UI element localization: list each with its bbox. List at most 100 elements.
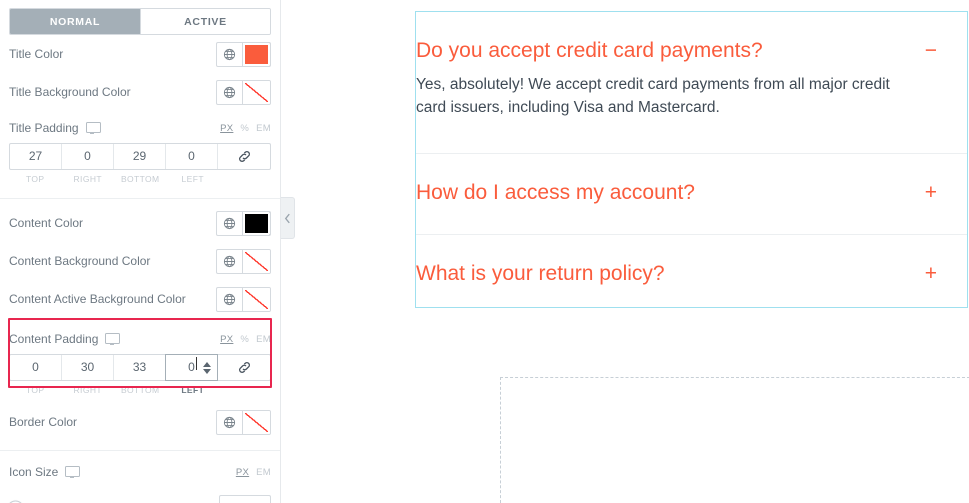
icon-size-label: Icon Size: [9, 465, 236, 479]
control-icon-size-header: Icon Size PX EM: [0, 459, 280, 485]
unit-em[interactable]: EM: [256, 467, 271, 478]
content-padding-left-input[interactable]: 0: [165, 354, 218, 381]
content-color-control: [216, 210, 271, 236]
border-color-label: Border Color: [9, 415, 78, 429]
control-title-color: Title Color: [0, 35, 280, 73]
title-padding-side-labels: TOP RIGHT BOTTOM LEFT: [9, 174, 271, 184]
globe-icon[interactable]: [217, 410, 243, 434]
chevron-left-icon: [284, 213, 290, 223]
label-right: RIGHT: [73, 174, 102, 184]
globe-icon[interactable]: [217, 211, 243, 235]
accordion-widget[interactable]: Do you accept credit card payments? − Ye…: [415, 11, 968, 308]
state-tabs: NORMAL ACTIVE: [9, 8, 271, 35]
content-padding-left-stepper[interactable]: [203, 361, 211, 374]
content-padding-link-values-toggle[interactable]: [218, 355, 270, 380]
accordion-title-2: How do I access my account?: [416, 180, 695, 204]
stepper-down-icon[interactable]: [203, 368, 211, 374]
title-background-color-swatch[interactable]: [243, 80, 270, 104]
unit-em[interactable]: EM: [256, 123, 271, 134]
title-background-color-control: [216, 79, 271, 105]
content-background-color-swatch[interactable]: [243, 249, 270, 273]
content-padding-top-value: 0: [32, 360, 39, 374]
content-padding-bottom-input[interactable]: 33: [114, 355, 166, 380]
elementor-editor-screen: NORMAL ACTIVE Title Color Title Backgrou…: [0, 0, 969, 503]
label-left: LEFT: [181, 174, 204, 184]
content-padding-label-text: Content Padding: [9, 332, 99, 346]
label-spacer: [219, 174, 271, 184]
content-padding-top-input[interactable]: 0: [10, 355, 62, 380]
tab-normal[interactable]: NORMAL: [10, 9, 140, 34]
title-color-control: [216, 41, 271, 67]
preview-canvas: Do you accept credit card payments? − Ye…: [295, 0, 969, 503]
control-border-color: Border Color: [0, 403, 280, 441]
accordion-header-2[interactable]: How do I access my account? +: [416, 154, 967, 205]
tab-active[interactable]: ACTIVE: [140, 9, 270, 34]
content-padding-right-input[interactable]: 30: [62, 355, 114, 380]
title-color-swatch[interactable]: [243, 42, 270, 66]
label-top: TOP: [25, 385, 45, 395]
accordion-body-1: Yes, absolutely! We accept credit card p…: [416, 76, 890, 117]
unit-px[interactable]: PX: [220, 334, 233, 345]
title-padding-fields: 27 0 29 0 TOP RIGHT BOTTOM LEFT: [9, 143, 271, 184]
unit-px[interactable]: PX: [220, 123, 233, 134]
control-content-padding-header: Content Padding PX % EM: [0, 326, 280, 352]
link-icon: [238, 151, 250, 162]
content-color-label: Content Color: [9, 216, 84, 230]
unit-px[interactable]: PX: [236, 467, 249, 478]
title-padding-link-values-toggle[interactable]: [218, 144, 270, 169]
title-padding-left-value: 0: [188, 149, 195, 163]
globe-icon[interactable]: [217, 42, 243, 66]
title-color-label: Title Color: [9, 47, 64, 61]
title-padding-top-input[interactable]: 27: [10, 144, 62, 169]
label-bottom: BOTTOM: [120, 385, 160, 395]
accordion-header-3[interactable]: What is your return policy? +: [416, 235, 967, 286]
section-divider: [0, 198, 280, 199]
plus-icon[interactable]: +: [925, 262, 937, 286]
globe-icon[interactable]: [217, 80, 243, 104]
title-padding-label: Title Padding: [9, 121, 220, 135]
monitor-icon[interactable]: [65, 466, 81, 478]
accordion-spacer: [416, 286, 967, 315]
icon-size-input[interactable]: [219, 495, 271, 503]
title-padding-top-value: 27: [28, 149, 43, 163]
accordion-item: How do I access my account? +: [416, 152, 967, 234]
content-padding-inputs: 0 30 33 0: [9, 354, 271, 381]
accordion-item: What is your return policy? +: [416, 233, 967, 315]
minus-icon[interactable]: −: [925, 39, 937, 63]
icon-size-slider[interactable]: [7, 499, 207, 503]
border-color-control: [216, 409, 271, 435]
plus-icon[interactable]: +: [925, 181, 937, 205]
style-settings-panel: NORMAL ACTIVE Title Color Title Backgrou…: [0, 0, 281, 503]
empty-section-dropzone[interactable]: [500, 377, 969, 503]
globe-icon[interactable]: [217, 249, 243, 273]
content-padding-right-value: 30: [80, 360, 95, 374]
panel-collapse-handle[interactable]: [281, 197, 295, 239]
stepper-up-icon[interactable]: [203, 361, 211, 367]
title-padding-right-value: 0: [84, 149, 91, 163]
title-padding-label-text: Title Padding: [9, 121, 79, 135]
content-color-swatch[interactable]: [243, 211, 270, 235]
globe-icon[interactable]: [217, 287, 243, 311]
monitor-icon[interactable]: [85, 122, 101, 134]
content-active-background-color-swatch[interactable]: [243, 287, 270, 311]
unit-percent[interactable]: %: [240, 123, 249, 134]
control-content-active-background-color: Content Active Background Color: [0, 280, 280, 318]
section-divider-2: [0, 450, 280, 451]
link-icon: [238, 362, 250, 373]
control-title-background-color: Title Background Color: [0, 73, 280, 111]
accordion-title-3: What is your return policy?: [416, 261, 665, 285]
monitor-icon[interactable]: [105, 333, 121, 345]
label-top: TOP: [25, 174, 45, 184]
content-padding-side-labels: TOP RIGHT BOTTOM LEFT: [9, 385, 271, 395]
accordion-header-1[interactable]: Do you accept credit card payments? −: [416, 12, 967, 63]
content-background-color-control: [216, 248, 271, 274]
title-padding-right-input[interactable]: 0: [62, 144, 114, 169]
title-padding-bottom-input[interactable]: 29: [114, 144, 166, 169]
title-padding-left-input[interactable]: 0: [166, 144, 218, 169]
accordion-item: Do you accept credit card payments? − Ye…: [416, 12, 967, 153]
border-color-swatch[interactable]: [243, 410, 270, 434]
content-padding-left-value: 0: [188, 355, 197, 380]
label-right: RIGHT: [73, 385, 102, 395]
unit-percent[interactable]: %: [240, 334, 249, 345]
unit-em[interactable]: EM: [256, 334, 271, 345]
